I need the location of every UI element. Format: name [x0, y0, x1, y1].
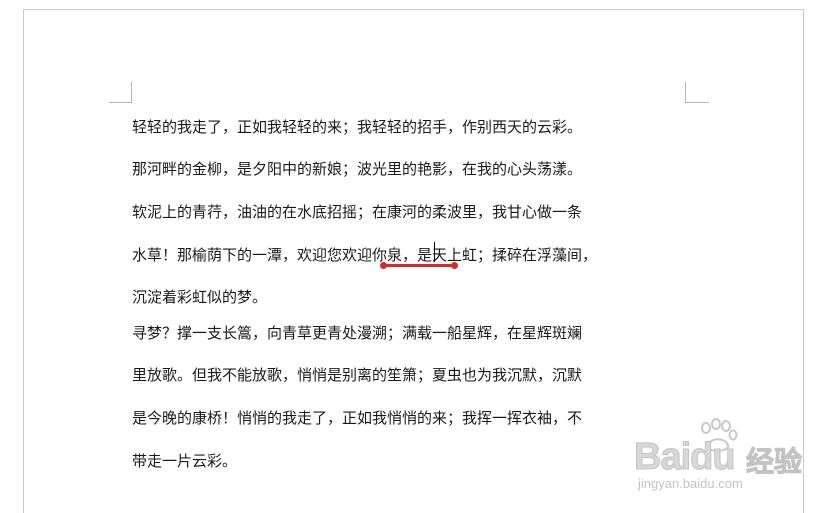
page-left-edge [23, 9, 24, 513]
page-top-edge [23, 9, 803, 10]
document-line[interactable]: 软泥上的青荇，油油的在水底招摇；在康河的柔波里，我甘心做一条 [132, 200, 582, 224]
margin-corner-mark-right [685, 82, 686, 103]
watermark-jingyan: 经验 [745, 445, 803, 479]
document-line[interactable]: 轻轻的我走了，正如我轻轻的来；我轻轻的招手，作别西天的云彩。 [132, 115, 582, 139]
annotation-endpoint-left [380, 262, 387, 269]
annotation-endpoint-right [451, 262, 458, 269]
watermark-url: jingyan.baidu.com [638, 476, 743, 491]
document-line[interactable]: 水草！那榆荫下的一潭，欢迎您欢迎你泉，是天上虹；揉碎在浮藻间， [132, 243, 597, 267]
baidu-jingyan-watermark: Baidu 经验 jingyan.baidu.com [634, 418, 826, 508]
document-line[interactable]: 带走一片云彩。 [132, 449, 237, 473]
margin-corner-mark-left [109, 102, 132, 103]
margin-corner-mark-left [131, 82, 132, 103]
document-line[interactable]: 沉淀着彩虹似的梦。 [132, 285, 267, 309]
margin-corner-mark-right [685, 102, 709, 103]
document-line[interactable]: 寻梦？撑一支长篙，向青草更青处漫溯；满载一船星辉，在星辉斑斓 [132, 321, 582, 345]
document-line[interactable]: 那河畔的金柳，是夕阳中的新娘；波光里的艳影，在我的心头荡漾。 [132, 157, 582, 181]
document-line[interactable]: 是今晚的康桥！悄悄的我走了，正如我悄悄的来；我挥一挥衣袖，不 [132, 406, 582, 430]
watermark-brand: Baidu [634, 436, 737, 479]
document-line[interactable]: 里放歌。但我不能放歌，悄悄是别离的笙箫；夏虫也为我沉默，沉默 [132, 363, 582, 387]
red-annotation-underline [384, 264, 455, 267]
text-cursor [434, 242, 435, 262]
